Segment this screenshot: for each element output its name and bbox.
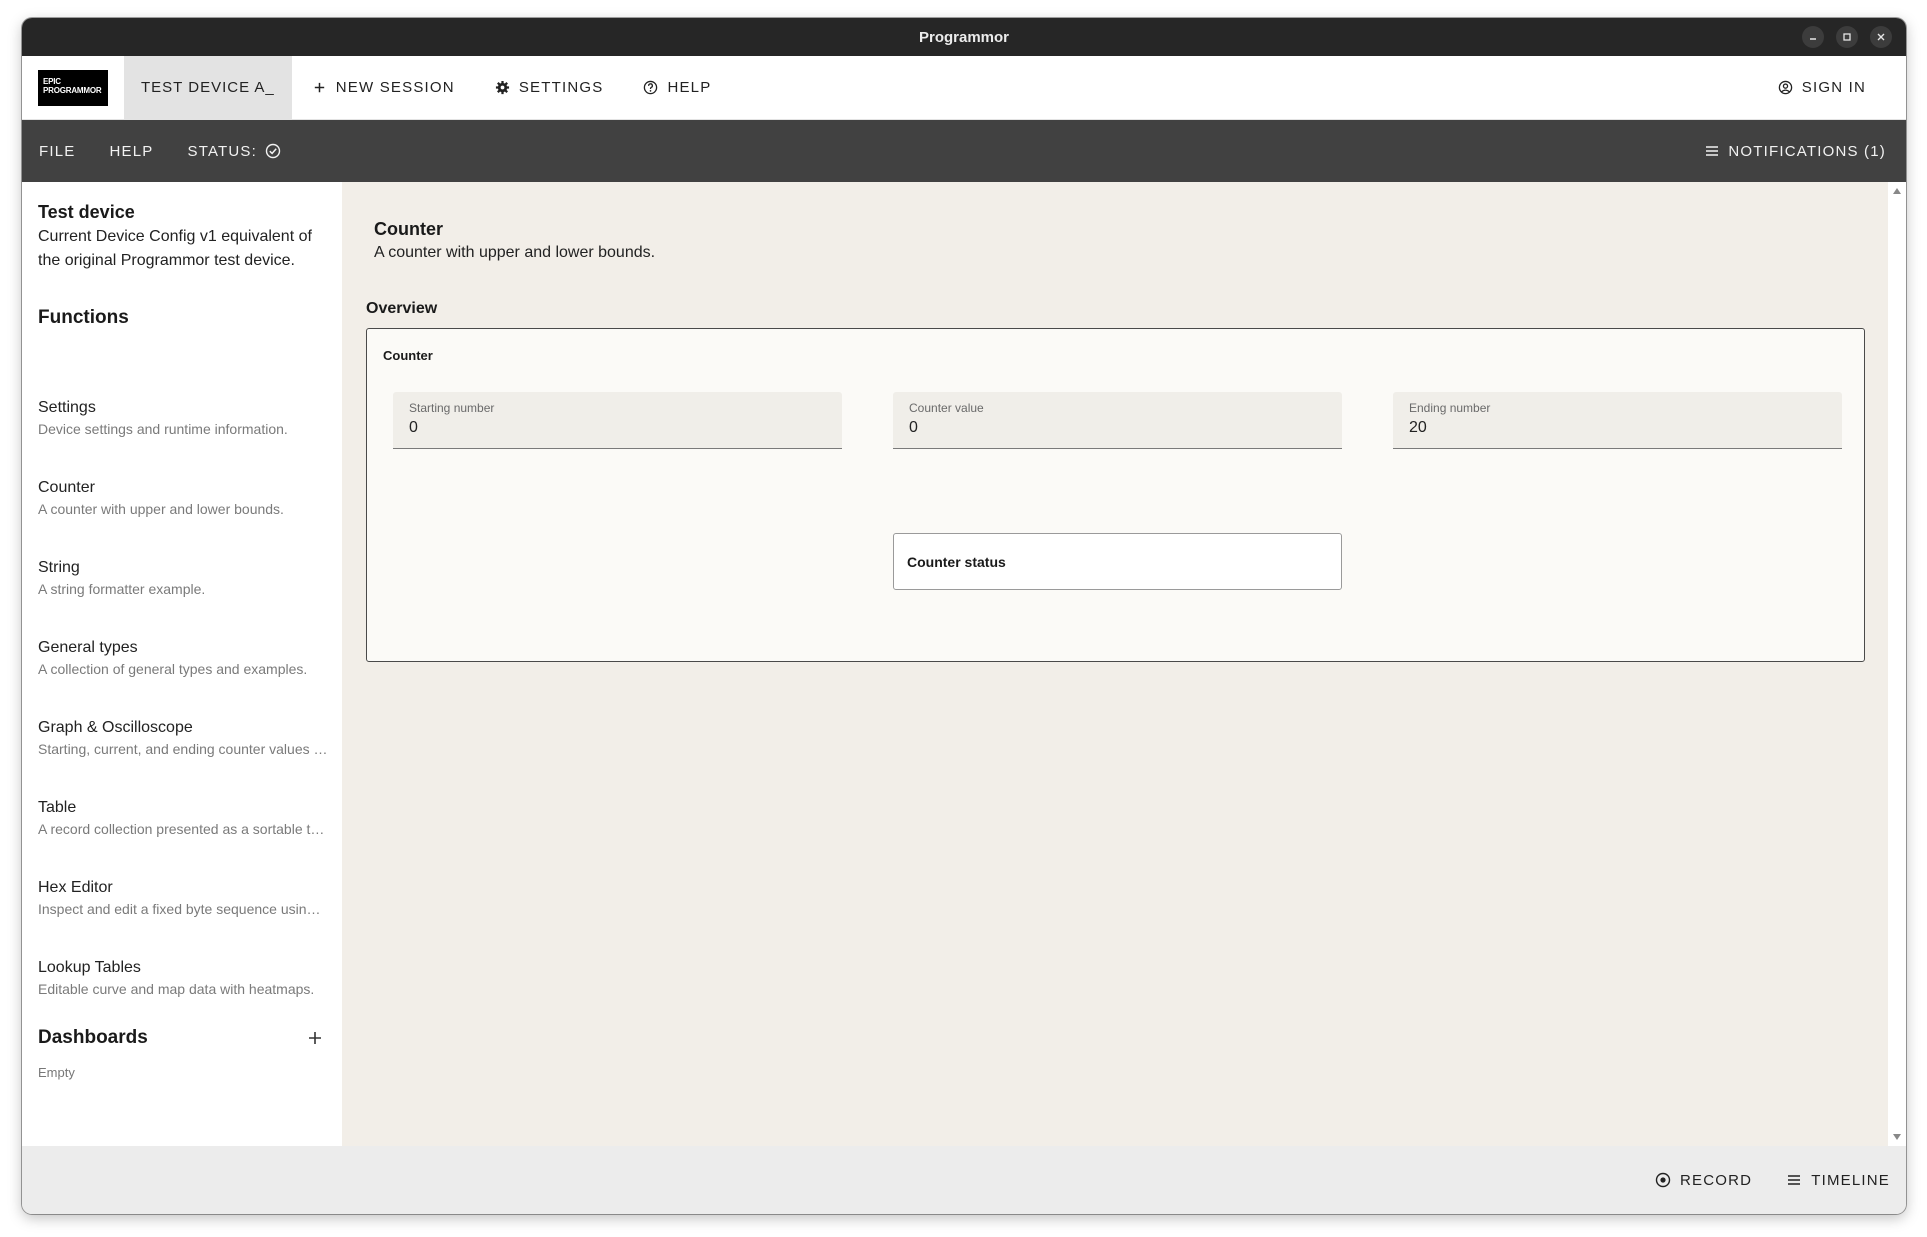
window-controls: [1802, 18, 1892, 56]
title-bar: Programmor: [22, 18, 1906, 56]
dashboards-heading: Dashboards: [38, 1027, 148, 1048]
function-name: Settings: [38, 399, 96, 416]
record-button[interactable]: RECORD: [1638, 1172, 1769, 1189]
function-name: General types: [38, 639, 138, 656]
window-title: Programmor: [918, 28, 1010, 46]
dashboards-empty-text: Empty: [38, 1065, 75, 1080]
sidebar-item-string[interactable]: String A string formatter example.: [38, 558, 328, 598]
function-name: Counter: [38, 479, 95, 496]
bottom-bar: RECORD TIMELINE: [22, 1146, 1906, 1214]
function-desc: Editable curve and map data with heatmap…: [38, 981, 315, 997]
menu-icon: [1788, 1175, 1801, 1185]
notifications-button[interactable]: NOTIFICATIONS (1): [1687, 120, 1906, 182]
counter-status-box: Counter status: [893, 533, 1342, 590]
function-desc: A collection of general types and exampl…: [38, 661, 308, 677]
sidebar-item-lookup-tables[interactable]: Lookup Tables Editable curve and map dat…: [38, 958, 328, 998]
dashboards-header: Dashboards: [38, 1025, 328, 1051]
timeline-label: TIMELINE: [1811, 1171, 1890, 1189]
close-button[interactable]: [1870, 26, 1892, 48]
plus-icon: [314, 82, 324, 93]
sidebar-item-counter[interactable]: Counter A counter with upper and lower b…: [38, 478, 328, 518]
add-dashboard-button[interactable]: [308, 1025, 322, 1051]
field-value: 0: [909, 419, 918, 436]
maximize-button[interactable]: [1836, 26, 1858, 48]
menu-icon: [1706, 146, 1719, 156]
function-name: Hex Editor: [38, 879, 113, 896]
status-indicator[interactable]: STATUS:: [170, 120, 298, 182]
page-description: A counter with upper and lower bounds.: [374, 244, 656, 261]
logo-line-1: EPIC: [43, 76, 61, 86]
settings-label: SETTINGS: [518, 79, 604, 96]
function-desc: Device settings and runtime information.: [38, 421, 288, 437]
sidebar: Test device Current Device Config v1 equ…: [22, 182, 342, 1146]
record-label: RECORD: [1680, 1171, 1753, 1189]
function-name: Graph & Oscilloscope: [38, 719, 193, 736]
app-logo: EPIC PROGRAMMOR: [38, 69, 108, 106]
scroll-up-arrow-icon[interactable]: [1893, 188, 1901, 194]
function-desc: A record collection presented as a sorta…: [38, 821, 328, 837]
overview-heading: Overview: [366, 300, 438, 317]
settings-button[interactable]: SETTINGS: [475, 56, 624, 120]
help-icon: [644, 80, 658, 95]
field-value: 0: [409, 419, 418, 436]
field-value: 20: [1409, 419, 1427, 436]
close-icon: [1877, 33, 1885, 41]
ending-number-field[interactable]: Ending number 20: [1393, 392, 1842, 449]
device-tab[interactable]: TEST DEVICE A_: [124, 55, 292, 120]
check-circle-icon: [265, 143, 281, 159]
sidebar-item-graph-oscilloscope[interactable]: Graph & Oscilloscope Starting, current, …: [38, 718, 328, 758]
field-label: Starting number: [409, 401, 495, 415]
function-desc: Inspect and edit a fixed byte sequence u…: [38, 901, 328, 917]
page-title: Counter: [374, 219, 443, 239]
notifications-label: NOTIFICATIONS (1): [1728, 142, 1886, 160]
function-desc: A string formatter example.: [38, 581, 206, 597]
help-button[interactable]: HELP: [623, 56, 731, 120]
app-header: EPIC PROGRAMMOR TEST DEVICE A_ NEW SESSI…: [22, 55, 1906, 120]
plus-icon: [309, 1032, 321, 1044]
scroll-down-arrow-icon[interactable]: [1893, 1134, 1901, 1140]
counter-value-field[interactable]: Counter value 0: [893, 392, 1342, 449]
field-label: Ending number: [1409, 401, 1491, 415]
functions-heading: Functions: [38, 307, 129, 328]
help-label: HELP: [667, 79, 712, 96]
function-name: Table: [38, 799, 77, 816]
function-desc: Starting, current, and ending counter va…: [38, 741, 328, 757]
maximize-icon: [1843, 33, 1851, 41]
record-icon: [1655, 1172, 1671, 1188]
status-label: STATUS:: [187, 142, 257, 160]
gear-icon: [495, 80, 509, 95]
function-desc: A counter with upper and lower bounds.: [38, 501, 284, 517]
account-icon: [1778, 80, 1792, 95]
device-description: Current Device Config v1 equivalent of t…: [38, 228, 312, 269]
function-name: Lookup Tables: [38, 959, 141, 976]
file-menu[interactable]: FILE: [22, 120, 92, 182]
sidebar-item-hex-editor[interactable]: Hex Editor Inspect and edit a fixed byte…: [38, 878, 328, 918]
minimize-icon: [1810, 38, 1816, 40]
new-session-label: NEW SESSION: [335, 79, 455, 96]
minimize-button[interactable]: [1802, 26, 1824, 48]
help-menu[interactable]: HELP: [92, 120, 170, 182]
toolbar: FILE HELP STATUS: NOTIFICATIONS (1): [22, 120, 1906, 182]
field-label: Counter value: [909, 401, 984, 415]
sign-in-label: SIGN IN: [1801, 79, 1866, 96]
function-name: String: [38, 559, 80, 576]
main-scrollbar[interactable]: [1888, 182, 1906, 1146]
app-window: Programmor EPIC PROGRAMMOR TEST DEVICE A…: [22, 18, 1906, 1214]
timeline-button[interactable]: TIMELINE: [1769, 1172, 1906, 1189]
sidebar-item-settings[interactable]: Settings Device settings and runtime inf…: [38, 398, 328, 438]
panel-title: Counter: [383, 348, 433, 363]
counter-panel: Counter Starting number 0 Counter value …: [366, 328, 1865, 662]
main-content: Counter A counter with upper and lower b…: [342, 182, 1888, 1146]
sign-in-button[interactable]: SIGN IN: [1758, 56, 1886, 120]
new-session-button[interactable]: NEW SESSION: [292, 56, 475, 120]
sidebar-item-general-types[interactable]: General types A collection of general ty…: [38, 638, 328, 678]
device-title: Test device: [38, 202, 135, 222]
starting-number-field[interactable]: Starting number 0: [393, 392, 842, 449]
sidebar-item-table[interactable]: Table A record collection presented as a…: [38, 798, 328, 838]
logo-line-2: PROGRAMMOR: [43, 85, 102, 95]
